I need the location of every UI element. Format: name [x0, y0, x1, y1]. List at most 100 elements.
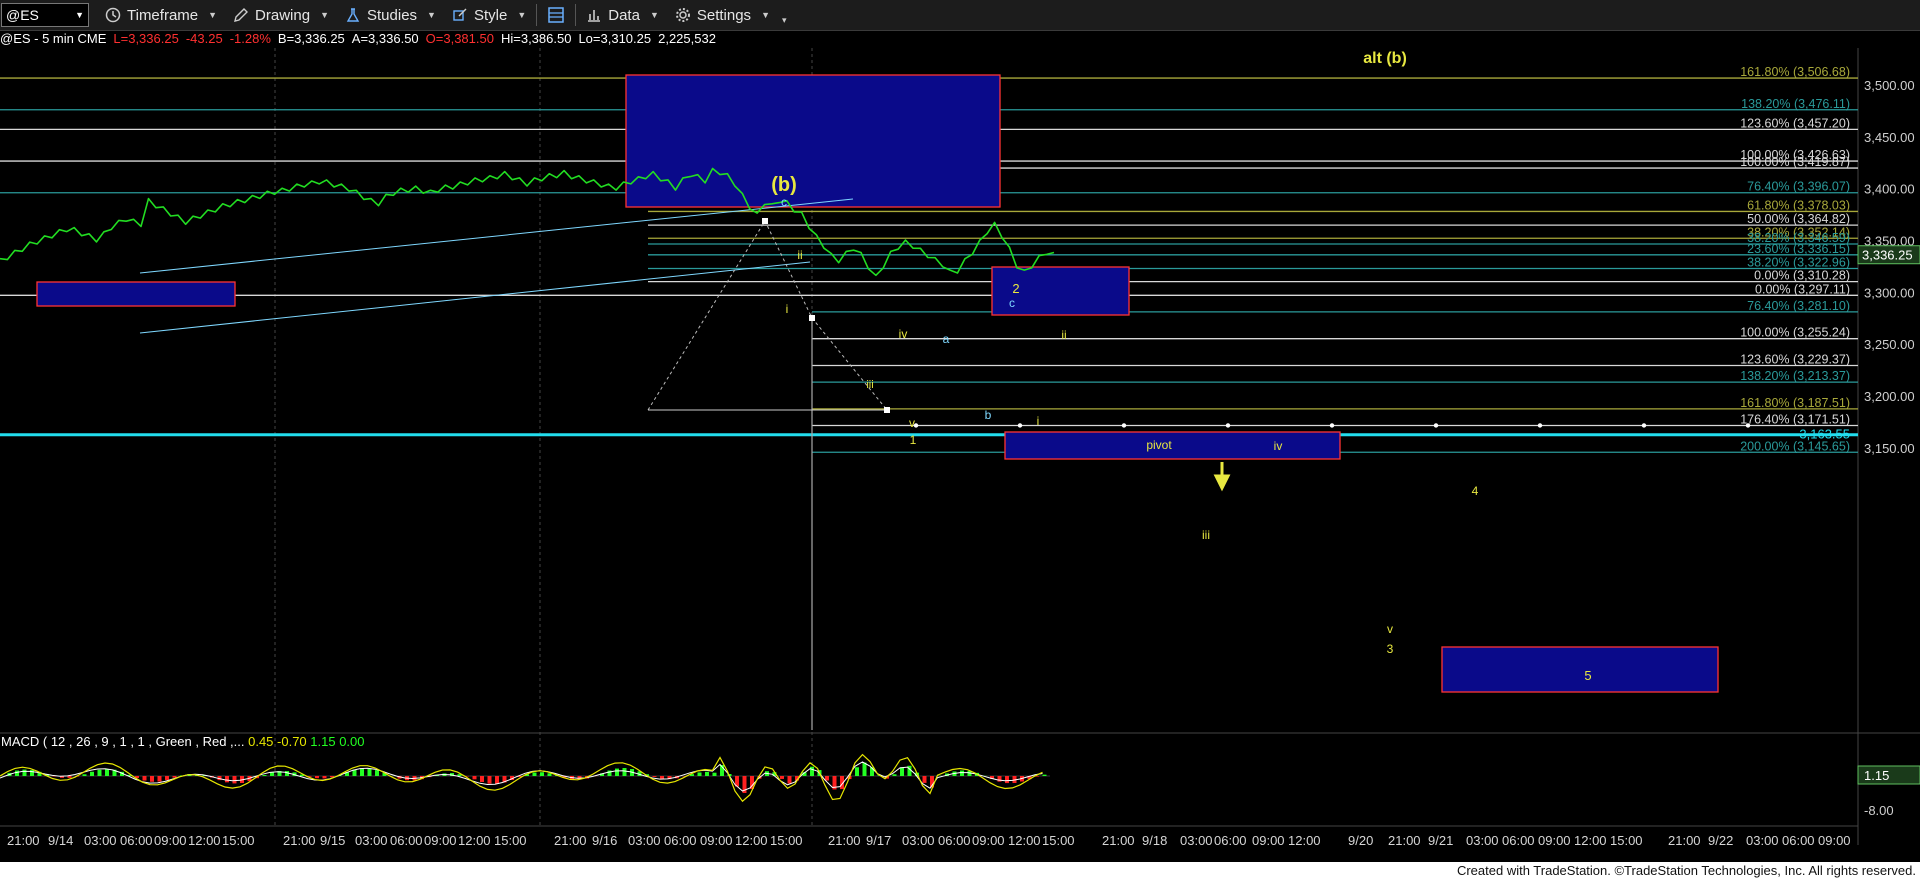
- macd-histogram-bar: [922, 776, 927, 783]
- x-tick-37: 03:00: [1466, 833, 1499, 848]
- macd-histogram-bar: [232, 776, 237, 784]
- fib-label-13: 0.00% (3,297.11): [1755, 282, 1850, 296]
- settings-button[interactable]: Settings ▼: [667, 1, 778, 29]
- x-tick-19: 12:00: [735, 833, 768, 848]
- macd-histogram-bar: [105, 768, 109, 776]
- chevron-down-icon: ▼: [517, 10, 527, 20]
- studies-label: Studies: [367, 6, 418, 24]
- fib-label-18: 161.80% (3,187.51): [1740, 396, 1850, 410]
- fib-label-11: 38.20% (3,322.96): [1747, 256, 1850, 270]
- fib-anchor-2: [884, 407, 890, 413]
- x-tick-23: 03:00: [902, 833, 935, 848]
- macd-histogram-bar: [172, 776, 177, 778]
- toolbar: @ES ▼ Timeframe ▼ Drawing ▼ Studies ▼ St…: [0, 0, 1920, 31]
- wave-label-b_paren: (b): [771, 174, 797, 196]
- x-tick-8: 9/15: [320, 833, 345, 848]
- left-consolidation-box: [36, 281, 236, 307]
- x-tick-24: 06:00: [938, 833, 971, 848]
- wave-label-iii_1: iii: [866, 379, 873, 391]
- dotted-marker-7: [1641, 423, 1647, 428]
- macd-histogram-bar: [22, 769, 27, 776]
- layout-button[interactable]: [539, 1, 573, 29]
- cyan-line-label: 3,163.55: [1799, 427, 1850, 442]
- drawing-button[interactable]: Drawing ▼: [225, 1, 337, 29]
- macd-histogram-bar: [157, 776, 162, 782]
- macd-histogram-bar: [315, 776, 319, 779]
- symbol-selector[interactable]: @ES ▼: [1, 3, 89, 27]
- studies-button[interactable]: Studies ▼: [337, 1, 444, 29]
- x-tick-46: 09:00: [1818, 833, 1851, 848]
- x-tick-32: 09:00: [1252, 833, 1285, 848]
- wave-label-three: 3: [1387, 642, 1394, 656]
- y-tick-5: 3,250.00: [1864, 337, 1915, 352]
- macd-histogram-bar: [855, 767, 859, 776]
- dotted-marker-3: [1225, 423, 1231, 428]
- x-tick-15: 9/16: [592, 833, 617, 848]
- dotted-marker-1: [1017, 423, 1023, 428]
- dotted-marker-6: [1537, 423, 1543, 428]
- fib-label-12: 0.00% (3,310.28): [1754, 269, 1850, 283]
- flask-icon: [346, 8, 360, 22]
- drawing-label: Drawing: [255, 6, 311, 24]
- symbol-value: @ES: [6, 7, 39, 23]
- macd-histogram-bar: [480, 776, 484, 782]
- macd-histogram-bar: [262, 775, 267, 776]
- x-tick-25: 09:00: [972, 833, 1005, 848]
- gear-icon: [675, 8, 690, 22]
- data-button[interactable]: Data ▼: [578, 1, 667, 29]
- chevron-down-icon: ▼: [208, 10, 218, 20]
- x-tick-45: 06:00: [1782, 833, 1815, 848]
- window-layout-icon: [548, 7, 564, 23]
- settings-label: Settings: [696, 6, 752, 24]
- wave-label-ii_2: ii: [1061, 328, 1066, 342]
- x-tick-12: 12:00: [458, 833, 491, 848]
- macd-histogram-bar: [622, 768, 627, 776]
- macd-histogram-bar: [532, 772, 537, 776]
- y-tick-4: 3,300.00: [1864, 285, 1915, 300]
- fib-label-16: 123.60% (3,229.37): [1740, 353, 1850, 367]
- chevron-down-icon: ▼: [649, 10, 659, 20]
- chevron-down-icon: ▼: [320, 10, 329, 20]
- macd-histogram-bar: [615, 768, 619, 776]
- y-tick-1: 3,450.00: [1864, 130, 1915, 145]
- y-tick-7: 3,150.00: [1864, 441, 1915, 456]
- status-ask: A=3,336.50: [351, 31, 419, 46]
- chevron-down-icon: ▼: [75, 10, 84, 20]
- macd-histogram-bar: [472, 776, 477, 780]
- wave-label-iv_target: iv: [1274, 439, 1283, 453]
- x-tick-9: 03:00: [355, 833, 388, 848]
- x-tick-3: 06:00: [120, 833, 153, 848]
- status-change: -43.25: [185, 31, 223, 46]
- macd-histogram-bar: [90, 771, 94, 776]
- x-tick-16: 03:00: [628, 833, 661, 848]
- quote-status-bar: @ES - 5 min CME L=3,336.25 -43.25 -1.28%…: [0, 31, 716, 47]
- macd-histogram-bar: [825, 776, 829, 781]
- status-volume: 2,225,532: [658, 31, 716, 46]
- wave-label-v_target: v: [1387, 622, 1393, 636]
- fib-label-10: 23.60% (3,336.15): [1747, 242, 1850, 256]
- macd-histogram-bar: [547, 773, 552, 776]
- x-tick-1: 9/14: [48, 833, 73, 848]
- x-tick-22: 9/17: [866, 833, 891, 848]
- toolbar-divider: [536, 4, 538, 26]
- macd-histogram-bar: [150, 776, 154, 782]
- toolbar-overflow-icon[interactable]: ▾: [782, 15, 787, 26]
- timeframe-button[interactable]: Timeframe ▼: [97, 1, 225, 29]
- status-symbol: @ES - 5 min CME: [0, 31, 107, 46]
- wave-label-a: a: [943, 332, 950, 346]
- macd-histogram-bar: [960, 770, 964, 776]
- macd-legend-part-0: MACD ( 12 , 26 , 9 , 1 , 1 , Green , Red…: [1, 734, 245, 749]
- price-chart[interactable]: 161.80% (3,506.68)138.20% (3,476.11)123.…: [0, 0, 1920, 879]
- last-price-label: 3,336.25: [1862, 248, 1913, 263]
- macd-histogram-bar: [810, 766, 814, 776]
- style-button[interactable]: Style ▼: [444, 1, 534, 29]
- status-pct: -1.28%: [229, 31, 271, 46]
- macd-histogram-bar: [705, 771, 709, 776]
- x-tick-11: 09:00: [424, 833, 457, 848]
- y-tick-0: 3,500.00: [1864, 78, 1915, 93]
- macd-histogram-bar: [367, 768, 372, 776]
- wave-5-target-box: [1441, 646, 1719, 693]
- dotted-marker-4: [1329, 423, 1335, 428]
- macd-histogram-bar: [375, 770, 379, 776]
- x-tick-6: 15:00: [222, 833, 255, 848]
